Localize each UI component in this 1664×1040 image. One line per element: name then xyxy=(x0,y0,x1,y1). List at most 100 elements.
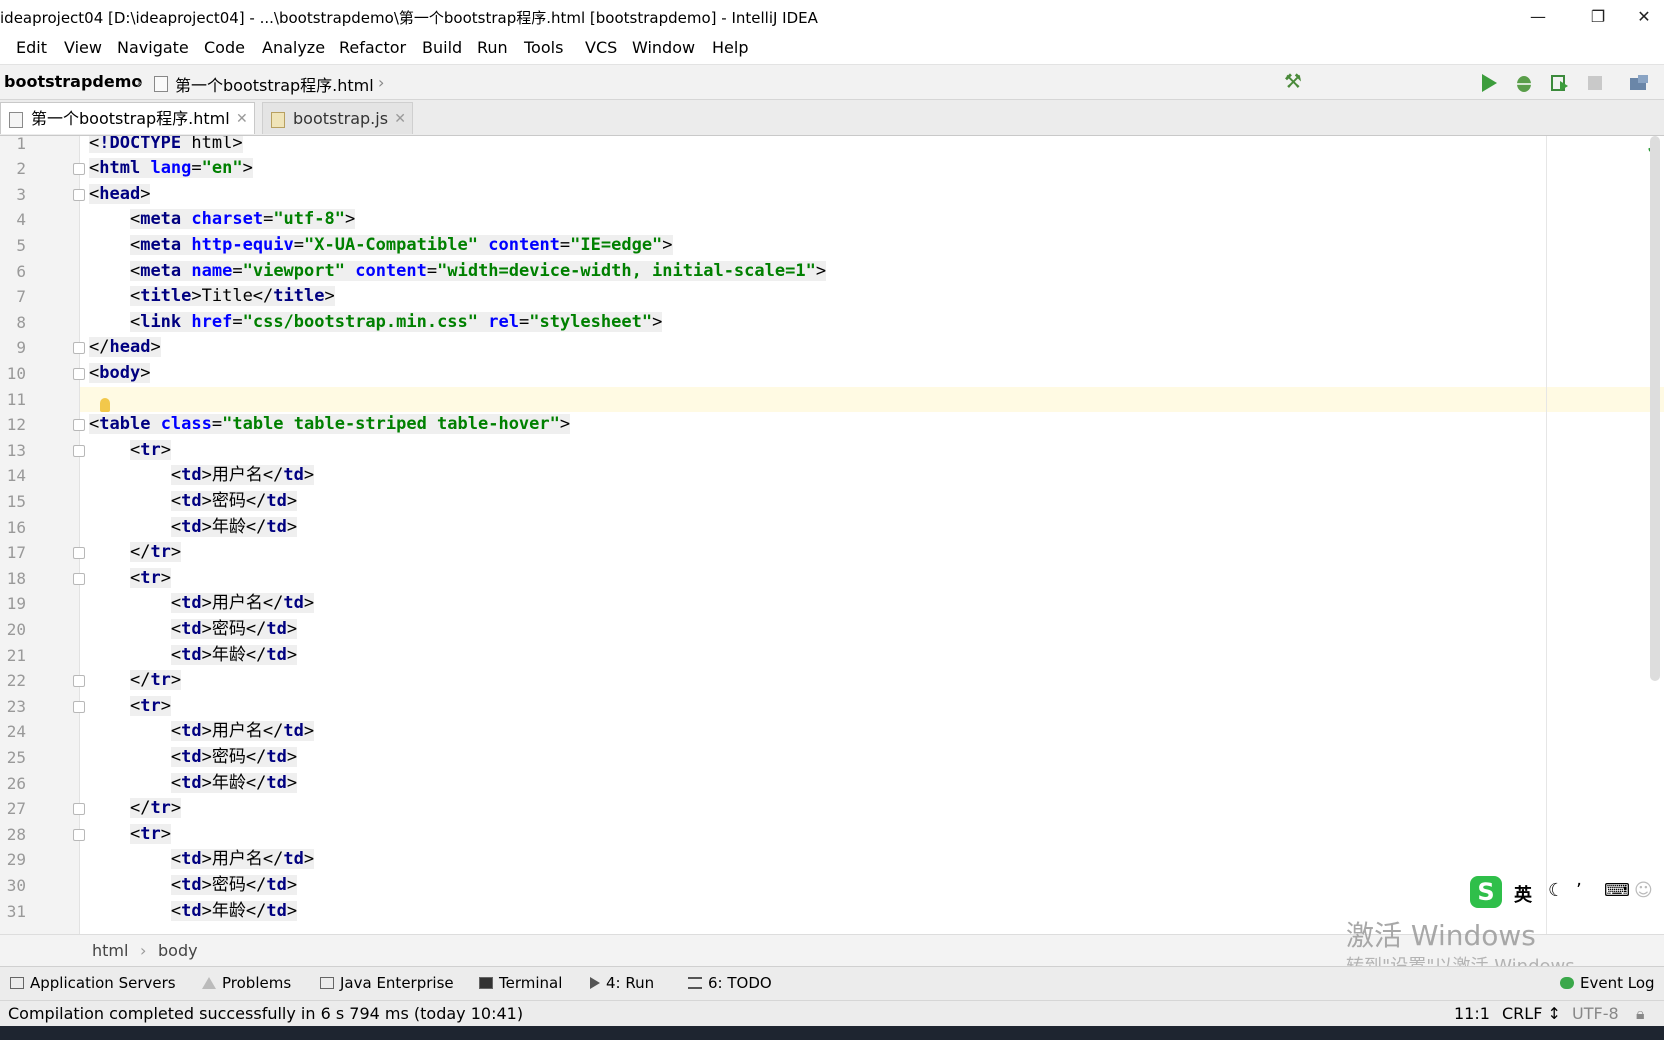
code-line[interactable]: <!DOCTYPE html> xyxy=(89,136,243,156)
lightbulb-icon[interactable] xyxy=(100,398,110,412)
fold-marker-icon[interactable] xyxy=(73,700,85,713)
status-message: Compilation completed successfully in 6 … xyxy=(8,1004,524,1023)
tool-todo[interactable]: 6: TODO xyxy=(688,974,772,992)
code-line[interactable]: <tr> xyxy=(89,438,171,464)
menu-build[interactable]: Build xyxy=(422,38,462,57)
code-line[interactable]: </head> xyxy=(89,335,161,361)
run-icon xyxy=(590,977,600,989)
fold-marker-icon[interactable] xyxy=(73,572,85,585)
code-line[interactable]: </tr> xyxy=(89,796,182,822)
code-line[interactable]: <td>密码</td> xyxy=(89,617,298,643)
tool-terminal[interactable]: Terminal xyxy=(479,974,562,992)
cursor-position[interactable]: 11:1 xyxy=(1454,1004,1490,1023)
code-line[interactable]: <td>用户名</td> xyxy=(89,847,315,873)
code-line[interactable]: <link href="css/bootstrap.min.css" rel="… xyxy=(89,310,663,336)
fold-marker-icon[interactable] xyxy=(73,367,85,380)
keyboard-icon[interactable]: ⌨ xyxy=(1604,880,1630,901)
project-structure-icon[interactable] xyxy=(1628,73,1650,93)
vertical-scrollbar[interactable] xyxy=(1650,136,1660,681)
code-line[interactable]: <meta http-equiv="X-UA-Compatible" conte… xyxy=(89,233,673,259)
fold-marker-icon[interactable] xyxy=(73,188,85,201)
file-encoding[interactable]: UTF-8 xyxy=(1572,1004,1619,1023)
moon-icon[interactable]: ☾ xyxy=(1548,880,1564,901)
fold-marker-icon[interactable] xyxy=(73,675,85,688)
code-line[interactable]: <td>年龄</td> xyxy=(89,899,298,925)
code-line[interactable]: <table class="table table-striped table-… xyxy=(89,412,571,438)
code-editor[interactable]: 1 2 3 4 5 6 7 8 9 10 11 12 13 14 15 16 17 18 19 20 21 22 23 24 2… xyxy=(0,136,1664,934)
restore-button[interactable]: ❐ xyxy=(1578,4,1618,30)
ime-lang[interactable]: 英 xyxy=(1514,881,1532,907)
code-line[interactable]: <title>Title</title> xyxy=(89,284,335,310)
code-line[interactable]: </tr> xyxy=(89,668,182,694)
fold-marker-icon[interactable] xyxy=(73,419,85,432)
code-line[interactable]: <tr> xyxy=(89,822,171,848)
nav-project[interactable]: bootstrapdemo xyxy=(4,72,142,91)
menu-window[interactable]: Window xyxy=(632,38,695,57)
fold-marker-icon[interactable] xyxy=(73,828,85,841)
line-separator[interactable]: CRLF ↕ xyxy=(1502,1004,1561,1023)
tool-java-enterprise[interactable]: Java Enterprise xyxy=(320,974,454,992)
code-line[interactable]: <head> xyxy=(89,182,151,208)
menu-code[interactable]: Code xyxy=(204,38,245,57)
menu-edit[interactable]: Edit xyxy=(16,38,47,57)
code-line[interactable]: <tr> xyxy=(89,694,171,720)
fold-marker-icon[interactable] xyxy=(73,163,85,176)
tab-html-file[interactable]: 第一个bootstrap程序.html ✕ xyxy=(0,102,255,134)
line-number: 3 xyxy=(16,184,26,204)
ime-toolbar: S 英 ☾ ʼ ⌨ ☺ xyxy=(1468,876,1664,910)
tool-label: 6: TODO xyxy=(708,974,772,992)
code-area[interactable]: <!DOCTYPE html> <html lang="en"> <head> <m… xyxy=(89,136,1544,934)
breadcrumb-html[interactable]: html xyxy=(92,941,128,960)
code-line[interactable]: <meta name="viewport" content="width=dev… xyxy=(89,259,827,285)
menu-vcs[interactable]: VCS xyxy=(585,38,617,57)
code-line[interactable]: </tr> xyxy=(89,540,182,566)
menu-analyze[interactable]: Analyze xyxy=(262,38,325,57)
code-line[interactable]: <td>用户名</td> xyxy=(89,719,315,745)
code-line[interactable]: <td>用户名</td> xyxy=(89,463,315,489)
close-icon[interactable]: ✕ xyxy=(236,103,248,135)
sogou-logo-icon[interactable]: S xyxy=(1470,876,1502,908)
line-number: 21 xyxy=(6,645,26,665)
stop-icon[interactable] xyxy=(1586,74,1604,92)
code-line[interactable]: <td>年龄</td> xyxy=(89,643,298,669)
lock-icon[interactable]: 🔒︎ xyxy=(1636,1004,1645,1024)
fold-marker-icon[interactable] xyxy=(73,444,85,457)
user-icon[interactable]: ☺ xyxy=(1634,880,1653,901)
menu-navigate[interactable]: Navigate xyxy=(117,38,189,57)
breadcrumb-body[interactable]: body xyxy=(158,941,198,960)
code-line[interactable]: <body> xyxy=(89,361,151,387)
build-hammer-icon[interactable]: ⚒ xyxy=(1284,69,1302,93)
activation-watermark-title: 激活 Windows xyxy=(1346,919,1536,952)
tool-problems[interactable]: Problems xyxy=(202,974,291,992)
tool-event-log[interactable]: Event Log xyxy=(1560,974,1655,992)
fold-marker-icon[interactable] xyxy=(73,803,85,816)
code-line[interactable]: <td>年龄</td> xyxy=(89,771,298,797)
code-line[interactable]: <td>年龄</td> xyxy=(89,515,298,541)
fold-marker-icon[interactable] xyxy=(73,547,85,560)
coverage-icon[interactable] xyxy=(1550,73,1570,93)
code-line[interactable]: <td>用户名</td> xyxy=(89,591,315,617)
punctuation-icon[interactable]: ʼ xyxy=(1576,880,1582,901)
tab-bootstrap-js[interactable]: bootstrap.js ✕ xyxy=(262,102,414,135)
tool-application-servers[interactable]: Application Servers xyxy=(10,974,176,992)
menu-help[interactable]: Help xyxy=(712,38,748,57)
code-line[interactable]: <html lang="en"> xyxy=(89,156,253,182)
code-line[interactable]: <td>密码</td> xyxy=(89,489,298,515)
menu-tools[interactable]: Tools xyxy=(524,38,563,57)
debug-icon[interactable] xyxy=(1514,73,1534,93)
line-number: 16 xyxy=(6,517,26,537)
minimize-button[interactable]: — xyxy=(1518,4,1558,30)
tool-run[interactable]: 4: Run xyxy=(590,974,654,992)
code-line[interactable]: <meta charset="utf-8"> xyxy=(89,207,356,233)
fold-marker-icon[interactable] xyxy=(73,342,85,355)
run-icon[interactable] xyxy=(1480,73,1498,93)
close-icon[interactable]: ✕ xyxy=(394,103,406,135)
close-window-button[interactable]: ✕ xyxy=(1624,4,1664,30)
menu-run[interactable]: Run xyxy=(477,38,508,57)
code-line[interactable]: <tr> xyxy=(89,566,171,592)
nav-file[interactable]: 第一个bootstrap程序.html xyxy=(175,72,374,96)
menu-view[interactable]: View xyxy=(64,38,102,57)
code-line[interactable]: <td>密码</td> xyxy=(89,745,298,771)
menu-refactor[interactable]: Refactor xyxy=(339,38,406,57)
code-line[interactable]: <td>密码</td> xyxy=(89,873,298,899)
